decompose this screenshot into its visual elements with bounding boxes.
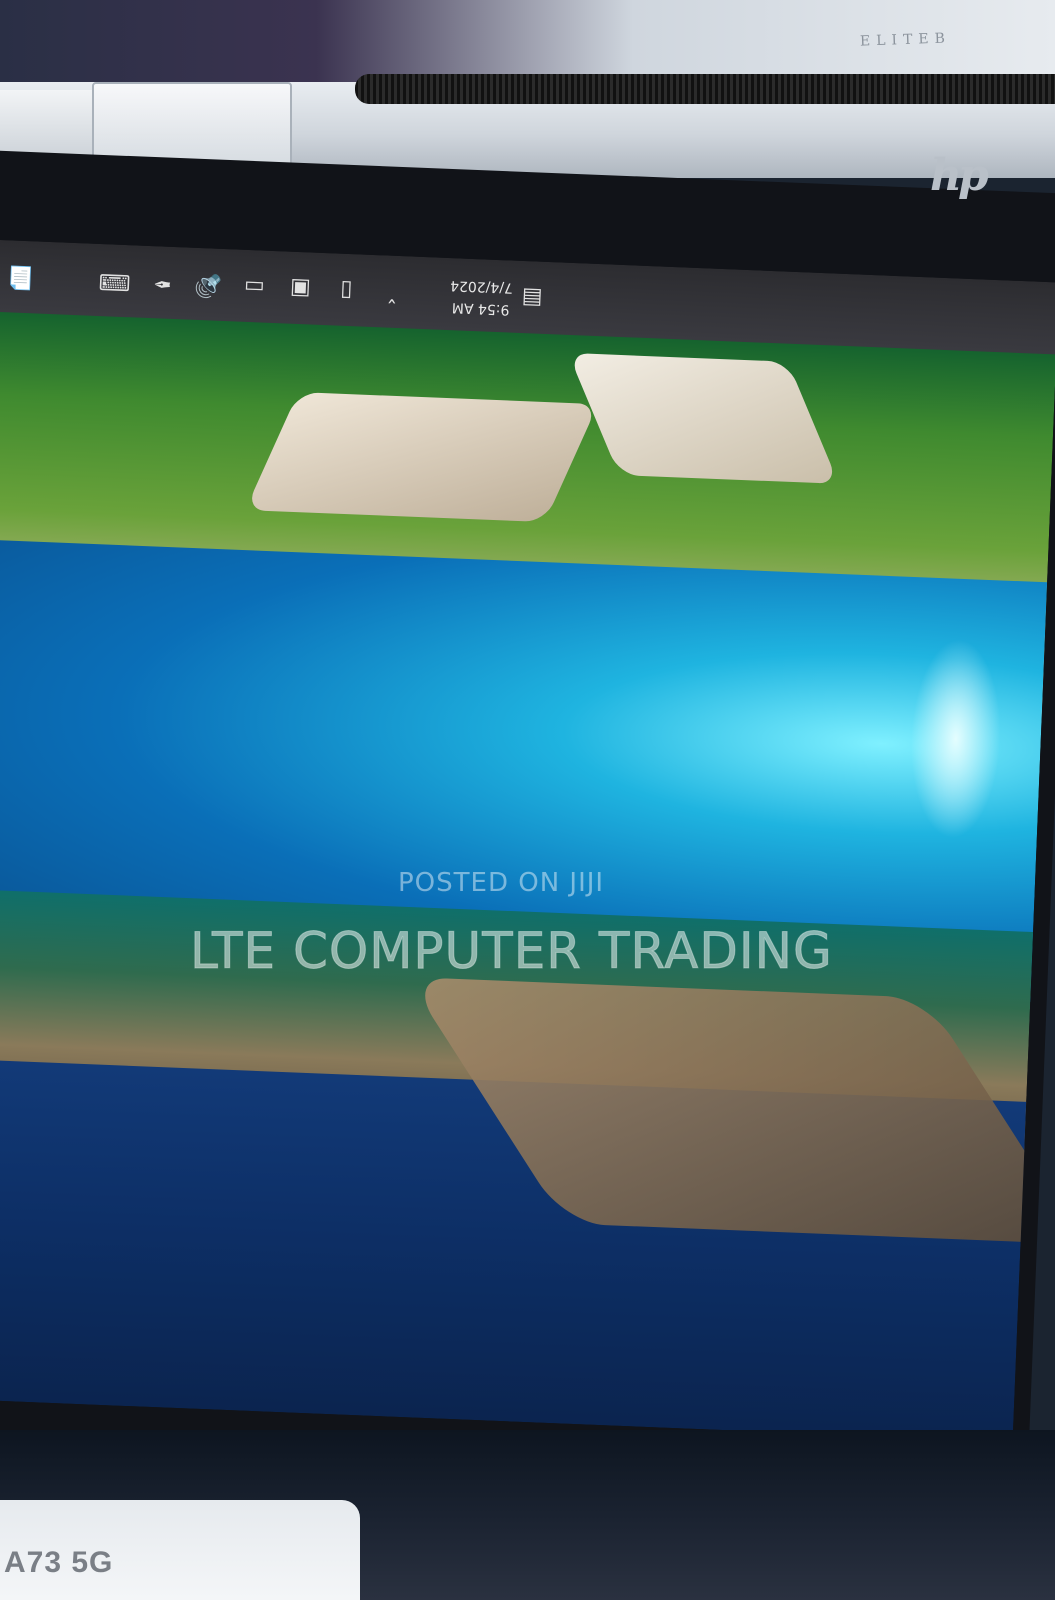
wallpaper-glare <box>906 637 1005 841</box>
taskbar-date: 7/4/2024 <box>449 277 514 296</box>
app-icon[interactable]: ▣ <box>286 274 315 303</box>
display-icon[interactable]: ▤ <box>518 283 547 312</box>
photo-scene: ELITEB hp 📄 9:54 AM 7/4/2024 ⌨ ✒ 🔊 ▭ ▣ ▯… <box>0 0 1055 1600</box>
hp-logo: hp <box>930 150 989 201</box>
watermark-posted: POSTED ON JIJI <box>398 868 605 898</box>
keyboard-icon[interactable]: ⌨ <box>98 266 131 295</box>
notification-icon[interactable]: 📄 <box>6 262 35 291</box>
laptop-screen: 📄 9:54 AM 7/4/2024 ⌨ ✒ 🔊 ▭ ▣ ▯ ˇ ▤ <box>0 240 1055 1442</box>
phone-icon[interactable]: ▯ <box>332 275 361 304</box>
wallpaper-cliff <box>245 392 599 523</box>
watermark-seller: LTE COMPUTER TRADING <box>190 922 833 981</box>
taskbar-clock[interactable]: 9:54 AM 7/4/2024 <box>445 274 517 321</box>
volume-icon[interactable]: 🔊 <box>194 270 223 299</box>
pen-icon[interactable]: ✒ <box>148 268 177 297</box>
taskbar-time: 9:54 AM <box>451 299 510 318</box>
laptop-vent <box>355 74 1055 104</box>
laptop-brand-text: ELITEB <box>859 30 952 50</box>
chevron-up-icon[interactable]: ˇ <box>378 277 407 306</box>
battery-icon[interactable]: ▭ <box>240 272 269 301</box>
phone-model-text: A73 5G <box>4 1546 114 1579</box>
